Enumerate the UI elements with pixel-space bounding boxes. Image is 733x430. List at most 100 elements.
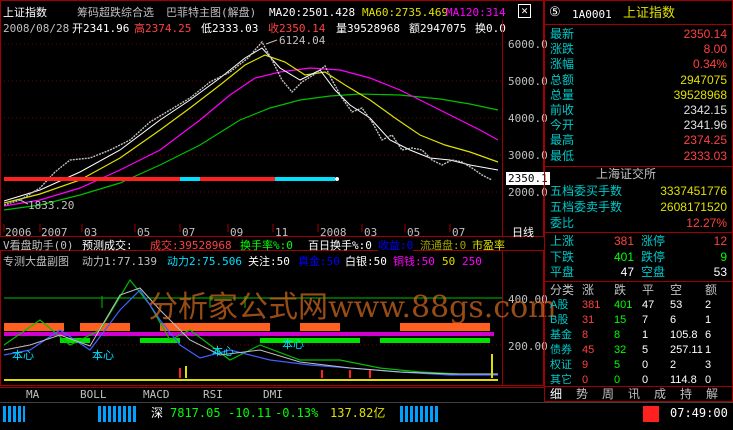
status-bar-mid-icon[interactable]: [98, 406, 138, 422]
table-cell-2-4: 105.8: [670, 329, 698, 341]
table-cell-2-0: 基金: [550, 329, 572, 341]
table-cell-2-5: 6: [705, 329, 712, 341]
table-header-3: 平: [642, 283, 655, 297]
updown-value2-2: 53: [713, 265, 727, 279]
quote-value-2: 0.34%: [692, 57, 727, 72]
y-tick-5000: 5000.0: [508, 75, 548, 88]
tab-dmi[interactable]: DMI: [263, 388, 283, 401]
sub-mark-1: 本心: [12, 349, 34, 362]
x-label-07a: 07: [182, 226, 196, 239]
status-amount: 137.82亿: [330, 406, 386, 420]
quote-value-3: 2947075: [680, 72, 727, 87]
status-bar-left-icon[interactable]: [3, 406, 25, 422]
table-cell-0-0: A股: [550, 299, 569, 311]
exchange-name: 上海证交所: [596, 167, 657, 181]
table-cell-3-4: 257.11: [670, 344, 703, 356]
updown-label2-2: 空盘: [641, 265, 666, 279]
table-cell-3-0: 债券: [550, 344, 572, 356]
quote-value-4: 39528968: [673, 87, 727, 102]
x-label-07b: 07: [452, 226, 466, 239]
trough-label: 1833.20: [28, 199, 75, 212]
y-tick-6000: 6000.0: [508, 38, 548, 51]
table-cell-0-3: 47: [642, 299, 655, 311]
panel-tab-2[interactable]: 周: [602, 387, 614, 401]
main-price-chart[interactable]: [0, 0, 544, 240]
table-cell-0-4: 53: [670, 299, 683, 311]
x-label-2007: 2007: [41, 226, 68, 239]
x-label-09: 09: [230, 226, 244, 239]
sub-mark-2: 本心: [92, 349, 114, 362]
y-tick-4000: 4000.0: [508, 112, 548, 125]
panel-tab-6[interactable]: 解: [706, 387, 718, 401]
quote-label-7: 最高: [550, 133, 575, 148]
quote-value-5: 2342.15: [683, 103, 727, 117]
panel-divider-4: [545, 281, 732, 282]
status-market: 深: [151, 406, 164, 420]
table-cell-1-2: 15: [614, 314, 627, 326]
quote-label-4: 总量: [550, 87, 575, 102]
table-cell-5-5: 0: [705, 374, 712, 386]
tab-boll[interactable]: BOLL: [80, 388, 107, 401]
table-cell-3-5: 1: [705, 344, 712, 356]
quote-label-6: 今开: [550, 118, 575, 133]
table-cell-5-0: 其它: [550, 374, 572, 386]
period-label[interactable]: 日线: [512, 226, 534, 239]
updown-value2-0: 12: [713, 234, 727, 248]
stock-code: 1A0001: [572, 8, 612, 21]
sub-mark-3: 本心: [212, 345, 234, 358]
table-cell-3-2: 32: [614, 344, 627, 356]
x-label-03b: 03: [364, 226, 378, 239]
order-label-2: 委比: [550, 216, 575, 230]
table-cell-2-3: 1: [642, 329, 649, 341]
table-header-2: 跌: [614, 283, 627, 297]
panel-tab-3[interactable]: 讯: [628, 387, 640, 401]
table-cell-4-4: 2: [670, 359, 677, 371]
table-header-5: 额: [705, 283, 718, 297]
table-cell-5-3: 0: [642, 374, 649, 386]
panel-tab-5[interactable]: 持: [680, 387, 692, 401]
table-cell-5-2: 0: [614, 374, 621, 386]
updown-label-0: 上涨: [550, 234, 575, 248]
status-flag-icon[interactable]: [643, 406, 659, 422]
y-tick-3000: 3000.0: [508, 149, 548, 162]
order-label-0: 五档委买手数: [550, 184, 623, 198]
peak-label: 6124.04: [279, 34, 326, 47]
status-index: 7817.05: [170, 406, 221, 420]
status-pct: -0.13%: [275, 406, 319, 420]
panel-tab-1[interactable]: 势: [576, 387, 588, 401]
updown-label2-0: 涨停: [641, 234, 666, 248]
x-label-2008: 2008: [320, 226, 347, 239]
x-label-05a: 05: [137, 226, 151, 239]
quote-label-5: 前收: [550, 103, 575, 117]
table-cell-1-0: B股: [550, 314, 569, 326]
panel-tab-4[interactable]: 成: [654, 387, 666, 401]
table-header-1: 涨: [582, 283, 595, 297]
table-cell-0-2: 401: [614, 299, 633, 311]
quote-value-6: 2341.96: [683, 118, 727, 133]
table-header-4: 空: [670, 283, 683, 297]
updown-label-2: 平盘: [550, 265, 575, 279]
status-bar-right-icon[interactable]: [400, 406, 440, 422]
table-cell-0-5: 2: [705, 299, 712, 311]
table-cell-4-0: 权证: [550, 359, 572, 371]
tab-ma[interactable]: MA: [26, 388, 39, 401]
table-cell-4-2: 5: [614, 359, 621, 371]
panel-divider-3: [545, 232, 732, 233]
panel-tab-0[interactable]: 细: [550, 387, 562, 401]
quote-value-1: 8.00: [703, 42, 727, 57]
stock-name: 上证指数: [623, 5, 676, 20]
table-cell-5-4: 114.8: [670, 374, 697, 386]
updown-label-1: 下跌: [550, 249, 575, 264]
tab-macd[interactable]: MACD: [143, 388, 170, 401]
code-number-badge: ⑤: [549, 5, 561, 20]
table-cell-4-1: 9: [582, 359, 589, 371]
table-cell-1-4: 6: [670, 314, 677, 326]
sub-y-tick-200: 200.00: [508, 340, 548, 353]
status-change: -10.11: [228, 406, 272, 420]
x-label-03a: 03: [84, 226, 98, 239]
updown-value-1: 401: [613, 249, 634, 264]
table-cell-1-3: 7: [642, 314, 649, 326]
x-label-05b: 05: [407, 226, 421, 239]
x-label-2006: 2006: [5, 226, 32, 239]
tab-rsi[interactable]: RSI: [203, 388, 223, 401]
